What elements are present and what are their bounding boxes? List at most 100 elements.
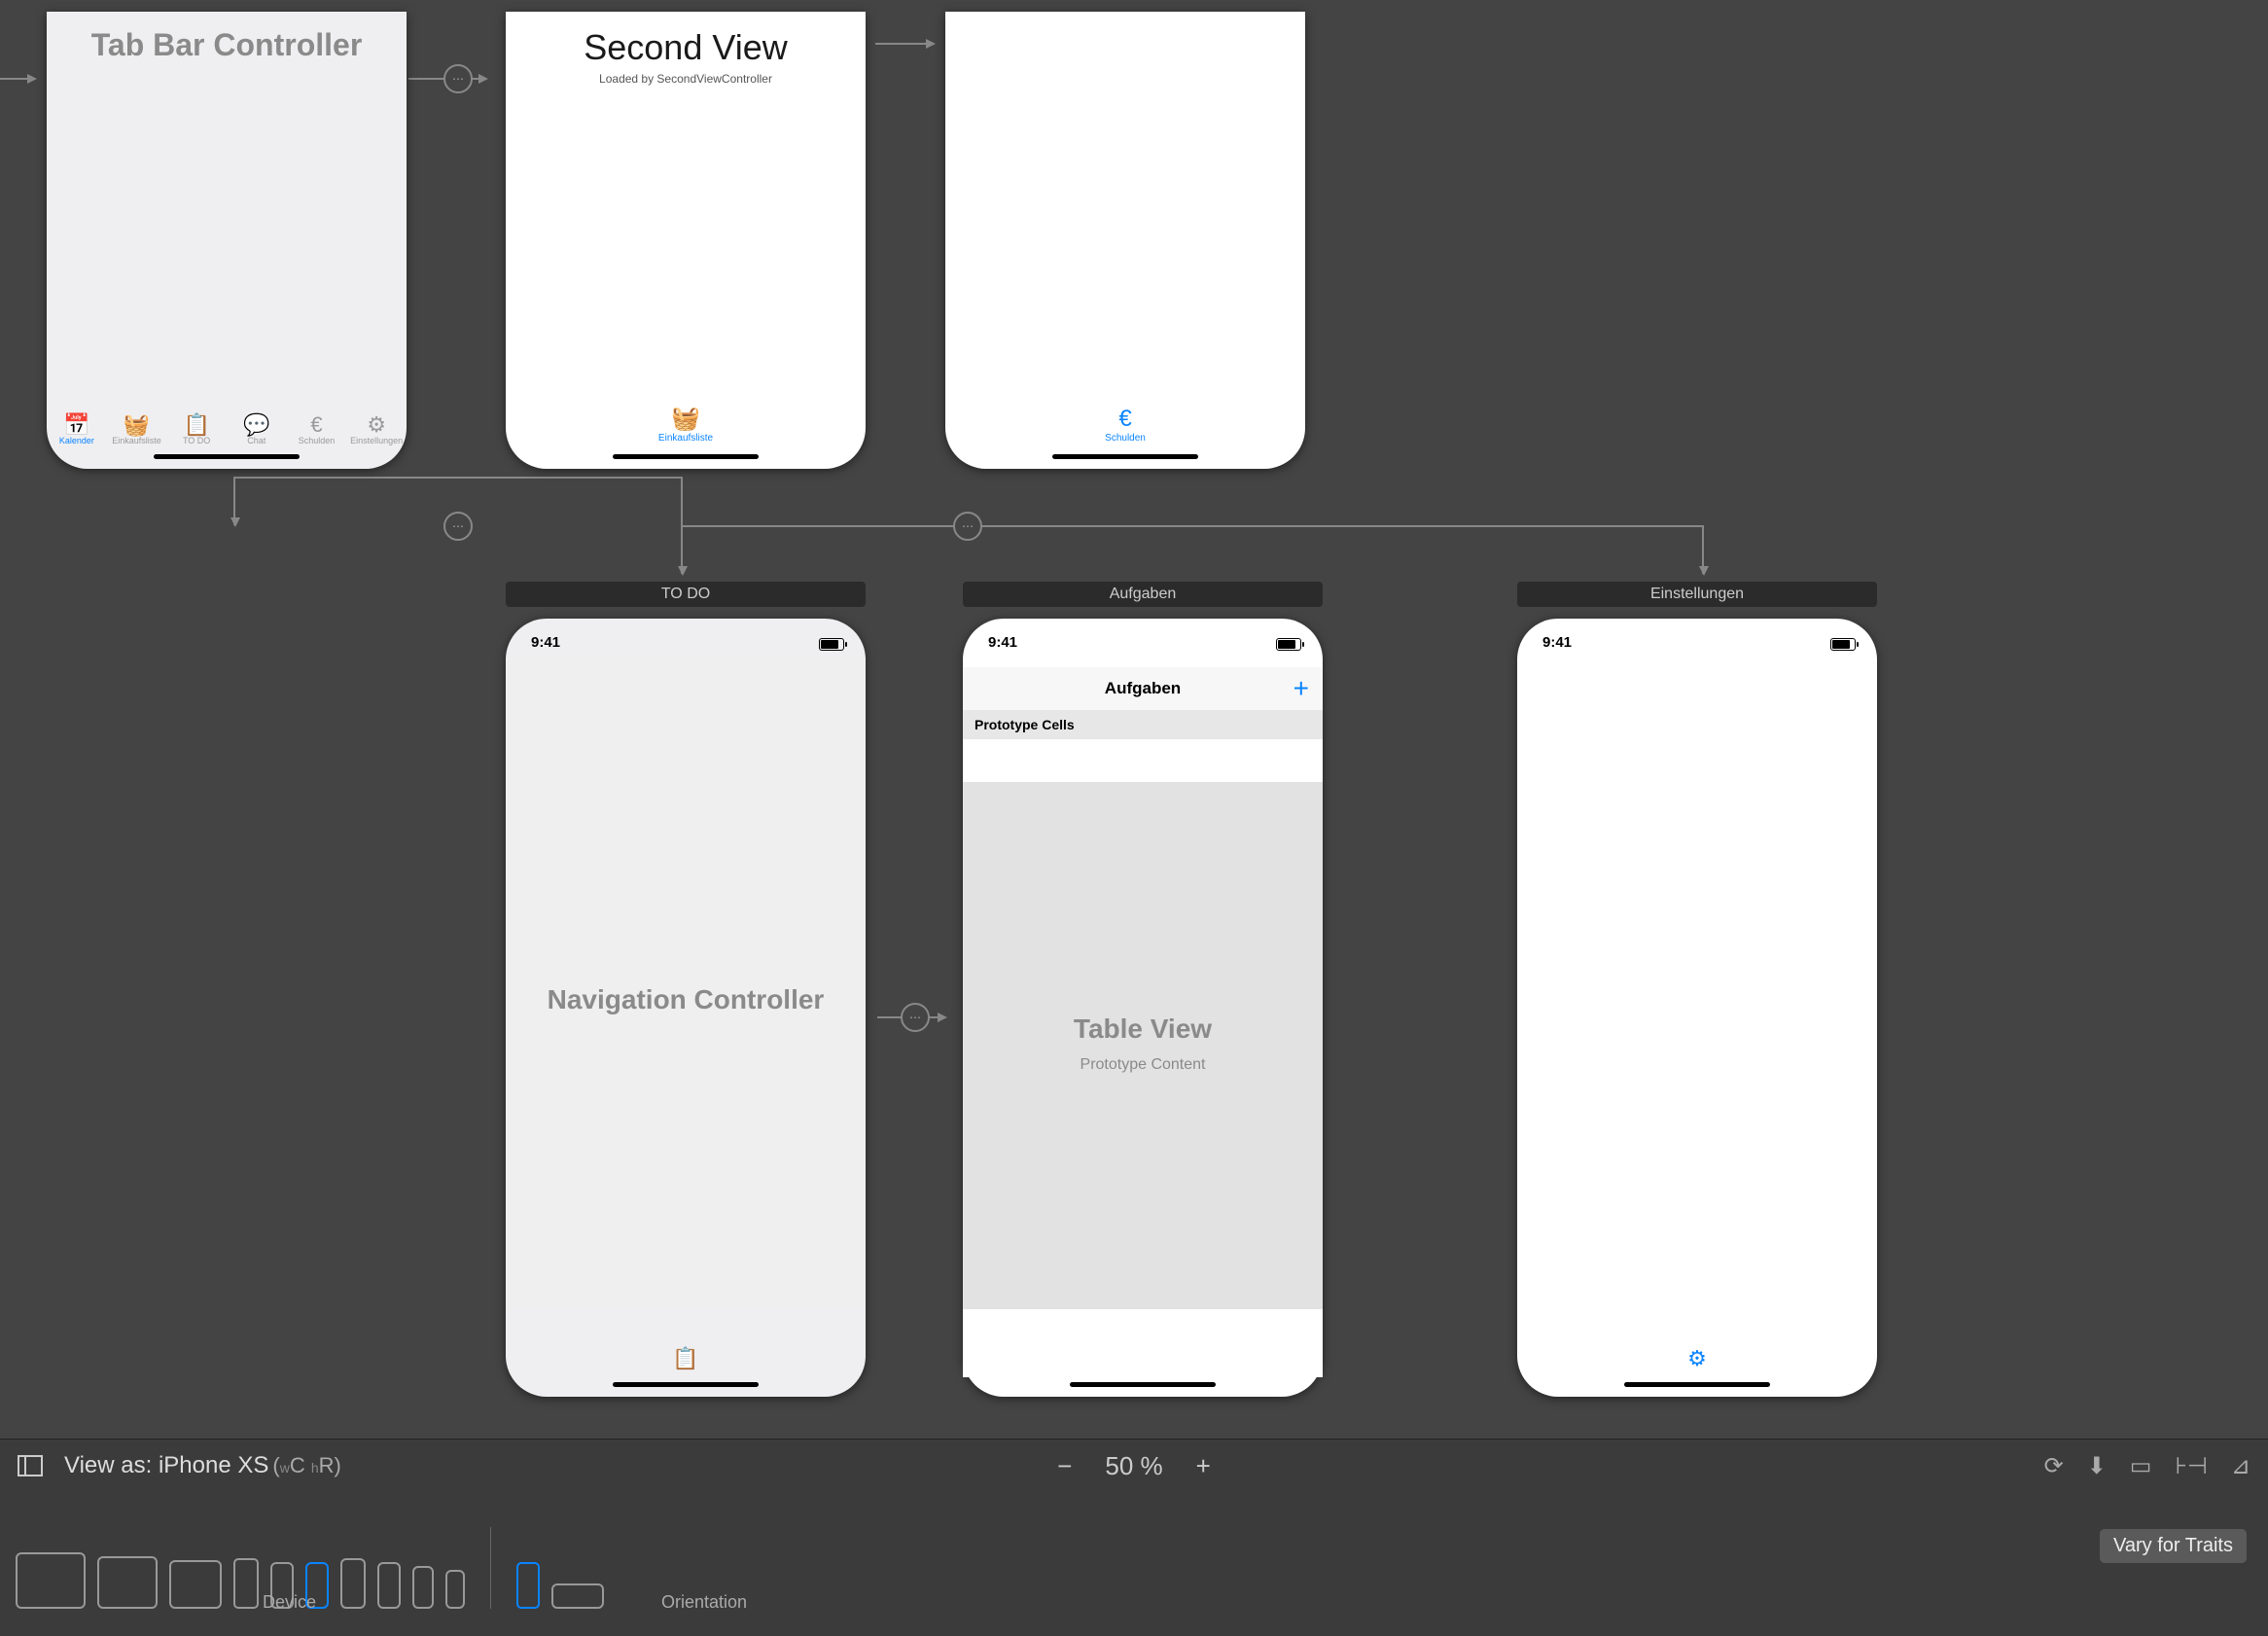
- device-ipad-9[interactable]: [169, 1560, 222, 1609]
- view-as-label[interactable]: View as: iPhone XS: [64, 1452, 268, 1479]
- tab-einstellungen[interactable]: ⚙Einstellungen: [347, 414, 406, 445]
- controller-title: Tab Bar Controller: [47, 27, 407, 63]
- clipboard-icon: 📋: [183, 414, 209, 436]
- controller-title: Navigation Controller: [506, 984, 866, 1015]
- view-as-row: View as: iPhone XS (wC hR) − 50 % + ⟳ ⬇ …: [0, 1440, 2268, 1492]
- zoom-level: 50 %: [1105, 1451, 1162, 1481]
- home-indicator: [1070, 1382, 1216, 1387]
- storyboard-canvas[interactable]: ⋯ ⋯ ⋯ ⋯ Tab Bar Controller 📅Kalender 🧺Ei…: [0, 0, 2268, 1440]
- gear-icon: ⚙: [1687, 1346, 1707, 1371]
- connector-h-long: [681, 525, 1702, 527]
- segue-indicator-icon[interactable]: ⋯: [901, 1003, 930, 1032]
- home-indicator: [1624, 1382, 1770, 1387]
- zoom-in-button[interactable]: +: [1196, 1451, 1211, 1481]
- device-iphone-xs-max[interactable]: [233, 1558, 259, 1609]
- segue-indicator-icon[interactable]: ⋯: [443, 512, 473, 541]
- connector-down-3: [1702, 525, 1704, 574]
- tableview-subtitle: Prototype Content: [963, 1056, 1323, 1074]
- tab-einkaufsliste-selected[interactable]: 🧺 Einkaufsliste: [658, 405, 713, 444]
- zoom-controls: − 50 % +: [1057, 1451, 1211, 1481]
- pin-icon[interactable]: ⊦⊣: [2175, 1452, 2207, 1480]
- scene-schulden[interactable]: € Schulden: [945, 12, 1305, 469]
- update-frames-icon[interactable]: ⟳: [2044, 1452, 2064, 1480]
- status-time: 9:41: [531, 634, 560, 651]
- orientation-portrait[interactable]: [516, 1562, 540, 1609]
- scene-navigation-controller[interactable]: 9:41 Navigation Controller 📋: [506, 619, 866, 1397]
- zoom-out-button[interactable]: −: [1057, 1451, 1072, 1481]
- tab-chat[interactable]: 💬Chat: [228, 414, 286, 445]
- orientation-landscape[interactable]: [551, 1583, 604, 1609]
- status-time: 9:41: [988, 634, 1017, 651]
- euro-icon: €: [1118, 406, 1131, 433]
- euro-icon: €: [310, 414, 322, 436]
- device-selector: Device Orientation: [0, 1492, 2268, 1609]
- gear-icon: ⚙: [367, 414, 386, 436]
- tab-einstellungen-selected[interactable]: ⚙: [1687, 1346, 1707, 1371]
- tab-schulden[interactable]: €Schulden: [287, 414, 345, 445]
- trait-bar: View as: iPhone XS (wC hR) − 50 % + ⟳ ⬇ …: [0, 1439, 2268, 1636]
- clipboard-icon: 📋: [672, 1346, 698, 1371]
- device-section-label: Device: [263, 1592, 316, 1613]
- connector-h-1: [233, 477, 681, 479]
- orientation-section-label: Orientation: [661, 1592, 747, 1613]
- scene-aufgaben-tableview[interactable]: 9:41 Aufgaben + Prototype Cells Table Vi…: [963, 619, 1323, 1397]
- scene-title-todo[interactable]: TO DO: [506, 582, 866, 607]
- basket-icon: 🧺: [124, 414, 150, 436]
- segue-indicator-icon[interactable]: ⋯: [953, 512, 982, 541]
- scene-title-aufgaben[interactable]: Aufgaben: [963, 582, 1323, 607]
- device-ipad-12[interactable]: [16, 1552, 86, 1609]
- scene-einstellungen[interactable]: 9:41 ⚙: [1517, 619, 1877, 1397]
- tab-label: TO DO: [183, 436, 210, 445]
- calendar-icon: 📅: [63, 414, 89, 436]
- segue-indicator-icon[interactable]: ⋯: [443, 64, 473, 93]
- scene-title-einstellungen[interactable]: Einstellungen: [1517, 582, 1877, 607]
- tab-label: Schulden: [1105, 433, 1146, 444]
- status-time: 9:41: [1542, 634, 1572, 651]
- home-indicator: [1052, 454, 1198, 459]
- prototype-cells-header: Prototype Cells: [963, 710, 1323, 739]
- embed-in-icon[interactable]: ⬇: [2087, 1452, 2107, 1480]
- scene-tabbar-controller[interactable]: Tab Bar Controller 📅Kalender 🧺Einkaufsli…: [47, 12, 407, 469]
- device-ipad-11[interactable]: [97, 1556, 158, 1609]
- nav-title: Aufgaben: [1105, 679, 1181, 698]
- tab-todo[interactable]: 📋TO DO: [167, 414, 226, 445]
- tab-label: Einkaufsliste: [112, 436, 161, 445]
- home-indicator: [613, 1382, 759, 1387]
- view-subtitle: Loaded by SecondViewController: [506, 72, 866, 86]
- add-button[interactable]: +: [1293, 675, 1309, 702]
- align-icon[interactable]: ▭: [2130, 1452, 2152, 1480]
- scene-second-view[interactable]: Second View Loaded by SecondViewControll…: [506, 12, 866, 469]
- connector-down-1: [233, 477, 235, 525]
- battery-icon: [1276, 638, 1301, 651]
- tab-schulden-selected[interactable]: € Schulden: [1105, 406, 1146, 444]
- tab-label: Einkaufsliste: [658, 433, 713, 444]
- chat-icon: 💬: [243, 414, 269, 436]
- divider: [490, 1527, 491, 1609]
- device-iphone-8plus[interactable]: [340, 1558, 366, 1609]
- tab-einkaufsliste[interactable]: 🧺Einkaufsliste: [107, 414, 165, 445]
- tableview-background: Table View Prototype Content: [963, 782, 1323, 1309]
- battery-icon: [819, 638, 844, 651]
- tab-label: Einstellungen: [350, 436, 403, 445]
- tab-label: Chat: [247, 436, 266, 445]
- device-iphone-4s[interactable]: [445, 1570, 465, 1609]
- navigation-bar: Aufgaben +: [963, 667, 1323, 711]
- home-indicator: [613, 454, 759, 459]
- tab-kalender[interactable]: 📅Kalender: [48, 414, 106, 445]
- nav-body: [506, 658, 866, 1309]
- tab-label: Kalender: [59, 436, 94, 445]
- resolve-icon[interactable]: ⊿: [2231, 1452, 2250, 1480]
- constraint-tools: ⟳ ⬇ ▭ ⊦⊣ ⊿: [2044, 1452, 2250, 1480]
- tab-todo-selected[interactable]: 📋: [672, 1346, 698, 1371]
- view-title: Second View: [506, 27, 866, 68]
- arrow-initial: [0, 78, 35, 80]
- home-indicator: [154, 454, 300, 459]
- size-class: (wC hR): [272, 1453, 340, 1478]
- arrow-second-to-third: [875, 43, 934, 45]
- tableview-title: Table View: [963, 1014, 1323, 1045]
- device-iphone-se[interactable]: [412, 1566, 434, 1609]
- vary-for-traits-button[interactable]: Vary for Traits: [2100, 1529, 2247, 1563]
- panel-toggle-icon[interactable]: [18, 1455, 43, 1476]
- device-iphone-8[interactable]: [377, 1562, 401, 1609]
- prototype-cell[interactable]: [963, 739, 1323, 783]
